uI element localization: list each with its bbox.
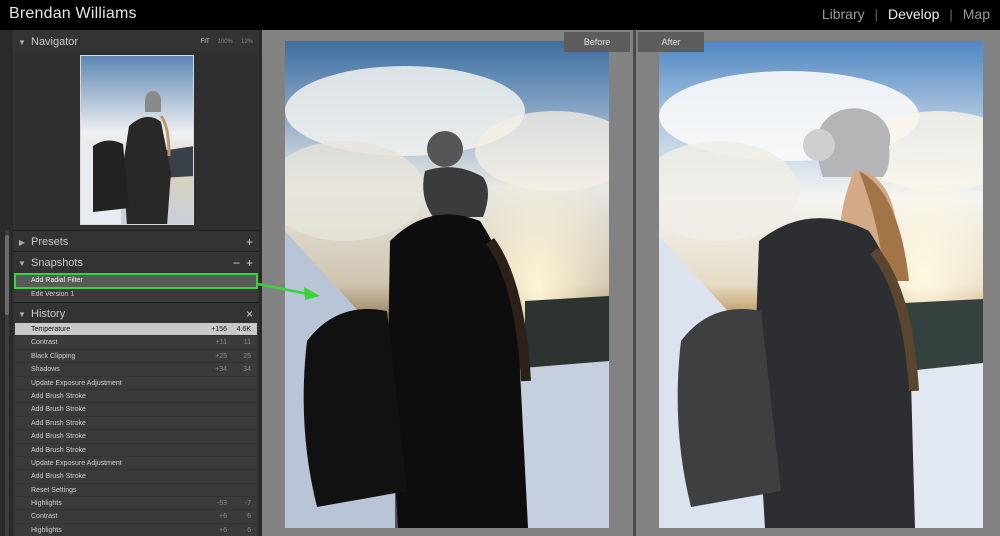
history-item-value: 4.6K <box>236 326 251 333</box>
history-item[interactable]: Update Exposure Adjustment <box>15 457 257 471</box>
add-preset-button[interactable]: + <box>246 235 253 249</box>
history-item-label: Add Brush Stroke <box>31 473 86 481</box>
history-item-value: 6 <box>247 526 251 534</box>
history-item[interactable]: Contrast +11 11 <box>15 336 257 350</box>
navigator-thumbnail-image <box>81 56 193 224</box>
left-panel: ▼ Navigator FIT 100% 12% ▶ Presets + ▼ S… <box>13 30 259 536</box>
navigator-zoom-options: FIT 100% 12% <box>201 39 253 45</box>
presets-header[interactable]: ▶ Presets + <box>13 232 259 252</box>
navigator-thumbnail[interactable] <box>80 55 194 225</box>
expand-triangle-icon[interactable]: ▶ <box>15 238 29 247</box>
history-title: History <box>31 308 66 320</box>
history-item[interactable]: Add Brush Stroke <box>15 470 257 484</box>
history-item-delta: +156 <box>211 326 227 333</box>
collapse-triangle-icon[interactable]: ▼ <box>15 310 29 319</box>
history-item-label: Highlights <box>31 500 62 508</box>
history-item-label: Shadows <box>31 366 60 374</box>
history-item-label: Update Exposure Adjustment <box>31 379 122 387</box>
history-item[interactable]: Update Exposure Adjustment <box>15 377 257 390</box>
zoom-12[interactable]: 12% <box>241 39 253 45</box>
history-item[interactable]: Shadows +34 34 <box>15 363 257 377</box>
history-item-delta: +25 <box>215 352 227 360</box>
history-item[interactable]: Add Brush Stroke <box>15 430 257 444</box>
history-item-label: Add Brush Stroke <box>31 419 86 427</box>
history-item-label: Add Brush Stroke <box>31 446 86 454</box>
remove-snapshot-button[interactable]: − <box>233 256 240 270</box>
history-header[interactable]: ▼ History × <box>13 304 259 324</box>
history-item-label: Highlights <box>31 526 62 534</box>
after-photo-image <box>659 41 983 528</box>
history-item-delta: +11 <box>215 339 227 347</box>
after-label: After <box>638 32 704 52</box>
panel-divider <box>13 230 259 231</box>
history-item-label: Reset Settings <box>31 486 77 494</box>
snapshots-header[interactable]: ▼ Snapshots − + <box>13 253 259 273</box>
history-item-value: 6 <box>247 513 251 521</box>
before-photo[interactable] <box>285 41 609 528</box>
module-map[interactable]: Map <box>953 6 1000 22</box>
history-item[interactable]: Add Brush Stroke <box>15 417 257 431</box>
history-item-label: Black Clipping <box>31 352 76 360</box>
identity-plate: Brendan Williams <box>9 5 137 22</box>
compare-divider[interactable] <box>633 30 636 536</box>
zoom-fit[interactable]: FIT <box>201 39 210 45</box>
history-item[interactable]: Add Brush Stroke <box>15 444 257 457</box>
history-item[interactable]: Reset Settings <box>15 484 257 498</box>
history-item-label: Contrast <box>31 513 58 521</box>
history-item[interactable]: Temperature +156 4.6K <box>15 323 257 337</box>
after-photo[interactable] <box>659 41 983 528</box>
history-item[interactable]: Add Brush Stroke <box>15 403 257 417</box>
history-item-value: 34 <box>243 366 251 374</box>
collapse-triangle-icon[interactable]: ▼ <box>15 259 29 268</box>
history-list: Temperature +156 4.6K Contrast +11 11 Black Cl… <box>15 323 257 536</box>
add-snapshot-button[interactable]: + <box>246 256 253 270</box>
history-item-delta: -53 <box>216 500 227 508</box>
module-picker: Library | Develop | Map <box>812 6 1000 22</box>
history-item-label: Contrast <box>31 339 58 347</box>
history-item-label: Update Exposure Adjustment <box>31 459 122 467</box>
snapshots-title: Snapshots <box>31 257 83 269</box>
before-label: Before <box>564 32 630 52</box>
snapshot-item[interactable]: Edit Version 1 <box>15 288 257 302</box>
navigator-header[interactable]: ▼ Navigator FIT 100% 12% <box>13 32 259 52</box>
panel-divider <box>13 302 259 303</box>
history-item-value: 25 <box>243 352 251 360</box>
history-item-delta: +6 <box>219 526 227 534</box>
panel-divider <box>13 251 259 252</box>
navigator-preview-area <box>15 52 257 230</box>
history-item[interactable]: Highlights +6 6 <box>15 524 257 536</box>
history-item[interactable]: Add Brush Stroke <box>15 390 257 404</box>
history-item-delta: +6 <box>219 513 227 521</box>
history-item-label: Add Brush Stroke <box>31 433 86 441</box>
top-bar: Brendan Williams Library | Develop | Map <box>0 0 1000 30</box>
navigator-title: Navigator <box>31 36 79 48</box>
snapshot-item-selected[interactable]: Add Radial Filter <box>14 273 258 289</box>
module-develop[interactable]: Develop <box>878 6 949 22</box>
snapshot-list: Add Radial Filter Edit Version 1 <box>14 273 258 302</box>
history-item-value: -7 <box>244 500 251 508</box>
compare-view: Before After <box>262 30 1000 536</box>
history-item-delta: +34 <box>215 366 227 374</box>
collapse-triangle-icon[interactable]: ▼ <box>15 38 29 47</box>
zoom-100[interactable]: 100% <box>218 39 233 45</box>
history-item-label: Add Brush Stroke <box>31 406 86 414</box>
module-library[interactable]: Library <box>812 6 875 22</box>
history-item-value: 11 <box>243 339 251 347</box>
history-item-label: Add Brush Stroke <box>31 392 86 400</box>
presets-title: Presets <box>31 236 69 248</box>
history-item[interactable]: Contrast +6 6 <box>15 510 257 524</box>
history-item-label: Temperature <box>31 326 71 333</box>
history-item[interactable]: Highlights -53 -7 <box>15 497 257 511</box>
clear-history-button[interactable]: × <box>246 307 253 321</box>
history-item[interactable]: Black Clipping +25 25 <box>15 350 257 364</box>
before-photo-image <box>285 41 609 528</box>
scrollbar-thumb[interactable] <box>5 235 9 315</box>
